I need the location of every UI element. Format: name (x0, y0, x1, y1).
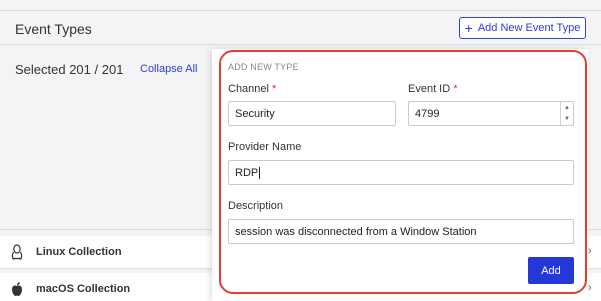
chevron-right-icon: › (588, 245, 592, 257)
text-caret (259, 166, 261, 179)
provider-name-label: Provider Name (228, 141, 302, 153)
selected-count: Selected 201 / 201 (15, 62, 124, 77)
linux-collection-label: Linux Collection (36, 246, 122, 258)
stepper-down-icon[interactable]: ▼ (564, 116, 570, 122)
divider (0, 44, 601, 45)
plus-icon: + (464, 20, 473, 36)
description-label: Description (228, 200, 284, 212)
channel-input[interactable]: Security (228, 101, 396, 126)
event-id-label-text: Event ID (408, 83, 451, 95)
add-button[interactable]: Add (528, 257, 574, 284)
stepper-up-icon[interactable]: ▲ (564, 105, 570, 111)
apple-icon (12, 282, 22, 296)
required-mark: * (453, 83, 458, 95)
event-id-label: Event ID * (408, 83, 457, 95)
add-new-type-heading: ADD NEW TYPE (228, 62, 299, 72)
event-id-stepper[interactable]: ▲ ▼ (560, 102, 573, 125)
linux-penguin-icon (11, 244, 23, 260)
provider-name-value: RDP (235, 166, 259, 179)
chevron-right-icon: › (588, 282, 592, 294)
description-input[interactable]: session was disconnected from a Window S… (228, 219, 574, 244)
macos-collection-label: macOS Collection (36, 283, 131, 295)
required-mark: * (271, 83, 277, 95)
provider-name-input[interactable]: RDP (228, 160, 574, 185)
channel-label: Channel * (228, 83, 276, 95)
collapse-all-link[interactable]: Collapse All (140, 63, 197, 75)
section-title: Event Types (15, 21, 92, 37)
add-new-event-type-button[interactable]: + Add New Event Type (459, 17, 586, 39)
channel-label-text: Channel (228, 83, 269, 95)
event-id-input[interactable]: 4799 (408, 101, 574, 126)
divider (0, 10, 601, 11)
add-new-event-type-label: Add New Event Type (477, 22, 581, 34)
